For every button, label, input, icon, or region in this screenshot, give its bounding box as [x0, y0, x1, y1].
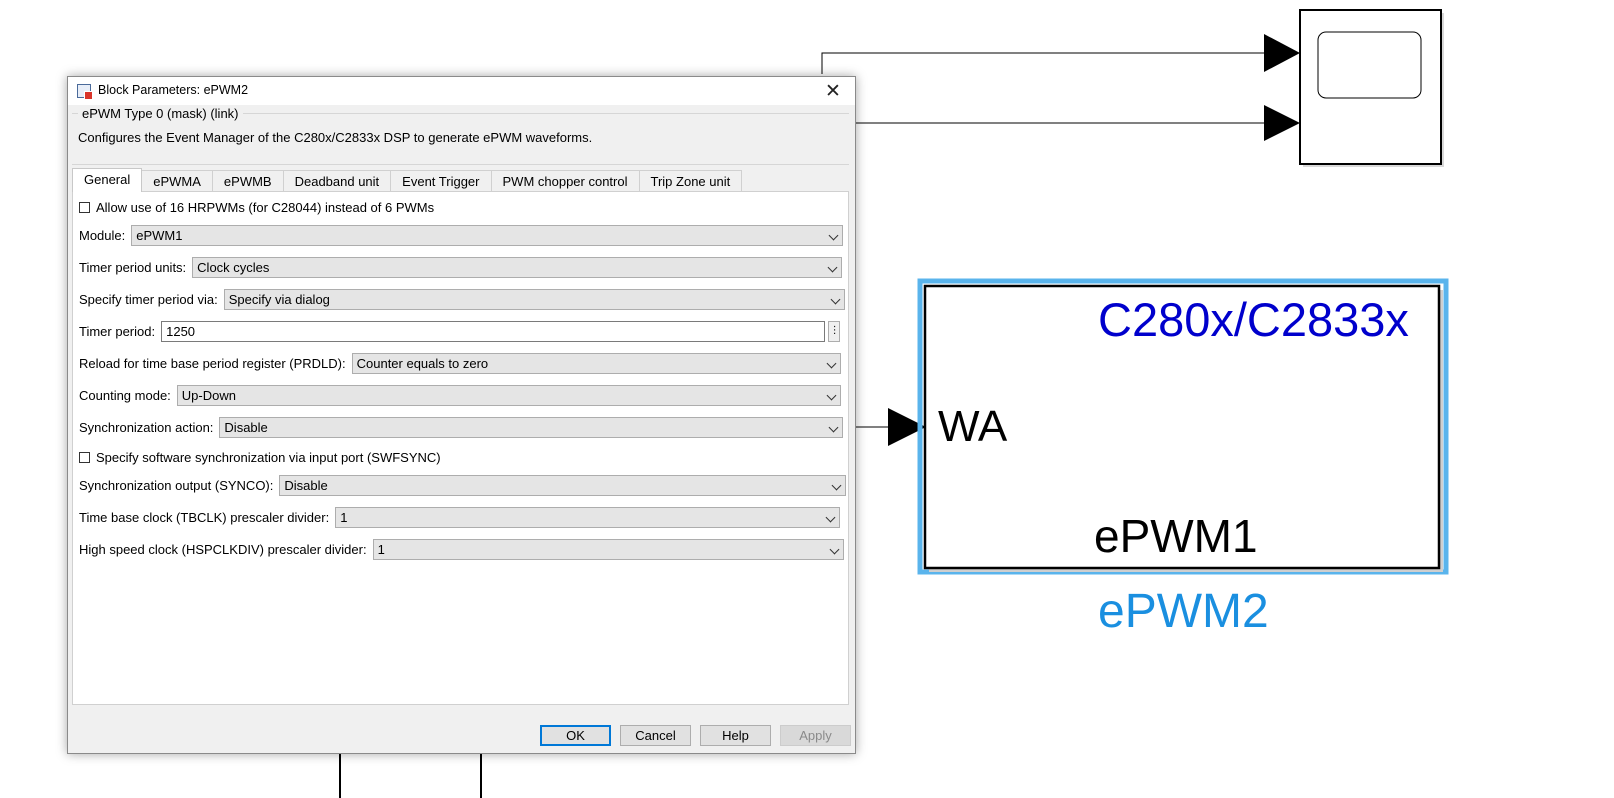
timer-period-value: 1250	[166, 323, 196, 339]
module-select[interactable]: ePWM1	[131, 224, 844, 246]
sync-action-value: Disable	[224, 419, 268, 435]
chevron-down-icon	[825, 512, 836, 522]
ok-button[interactable]: OK	[540, 725, 611, 746]
counting-mode-label: Counting mode:	[79, 387, 171, 403]
sync-action-label: Synchronization action:	[79, 419, 214, 435]
tbclk-label: Time base clock (TBCLK) prescaler divide…	[79, 509, 330, 525]
apply-button[interactable]: Apply	[780, 725, 851, 746]
swfsync-option[interactable]: Specify software synchronization via inp…	[79, 446, 441, 468]
hspclkdiv-select[interactable]: 1	[372, 538, 844, 560]
epwm-input-port-label: WA	[938, 402, 1008, 451]
chevron-down-icon	[826, 390, 837, 400]
sync-action-row: Synchronization action: Disable	[79, 416, 844, 438]
module-label: Module:	[79, 227, 126, 243]
block-parameters-dialog: Block Parameters: ePWM2 ✕ ePWM Type 0 (m…	[67, 76, 856, 754]
timer-units-row: Timer period units: Clock cycles	[79, 256, 843, 278]
more-options-icon[interactable]: ⋮	[828, 320, 841, 342]
close-icon[interactable]: ✕	[811, 77, 855, 105]
swfsync-checkbox-label: Specify software synchronization via inp…	[96, 449, 441, 465]
swfsync-checkbox[interactable]	[79, 451, 90, 463]
hspclkdiv-value: 1	[377, 541, 385, 557]
synco-select[interactable]: Disable	[279, 474, 847, 496]
timer-via-select[interactable]: Specify via dialog	[223, 288, 845, 310]
block-parameters-icon	[77, 84, 93, 100]
epwm-block-name[interactable]: ePWM2	[1098, 584, 1269, 639]
scope-input-arrow-2	[1264, 105, 1300, 141]
timer-units-select[interactable]: Clock cycles	[192, 256, 843, 278]
chevron-down-icon	[827, 262, 838, 272]
tbclk-select[interactable]: 1	[335, 506, 841, 528]
prdld-label: Reload for time base period register (PR…	[79, 355, 346, 371]
counting-mode-value: Up-Down	[181, 387, 236, 403]
synco-value: Disable	[284, 477, 328, 493]
tab-epwma[interactable]: ePWMA	[141, 170, 213, 192]
dialog-title: Block Parameters: ePWM2	[98, 83, 249, 97]
module-row: Module: ePWM1	[79, 224, 844, 246]
prdld-row: Reload for time base period register (PR…	[79, 352, 841, 374]
chevron-down-icon	[828, 422, 839, 432]
chevron-down-icon	[829, 544, 840, 554]
timer-period-input[interactable]: 1250	[161, 320, 826, 342]
counting-mode-row: Counting mode: Up-Down	[79, 384, 841, 406]
sync-action-select[interactable]: Disable	[219, 416, 844, 438]
counting-mode-select[interactable]: Up-Down	[176, 384, 841, 406]
module-value: ePWM1	[136, 227, 183, 243]
chevron-down-icon	[828, 230, 839, 240]
prdld-value: Counter equals to zero	[356, 355, 489, 371]
chevron-down-icon	[826, 358, 837, 368]
synco-label: Synchronization output (SYNCO):	[79, 477, 274, 493]
chevron-down-icon	[831, 480, 842, 490]
timer-via-label: Specify timer period via:	[79, 291, 218, 307]
scope-input-arrow-1	[1264, 34, 1300, 72]
tab-pwm-chopper-control[interactable]: PWM chopper control	[490, 170, 640, 192]
tab-epwmb[interactable]: ePWMB	[211, 170, 284, 192]
prdld-select[interactable]: Counter equals to zero	[351, 352, 841, 374]
timer-via-value: Specify via dialog	[228, 291, 330, 307]
tab-event-trigger[interactable]: Event Trigger	[390, 170, 492, 192]
scope-screen	[1317, 31, 1422, 99]
tab-general[interactable]: General	[72, 168, 143, 192]
tab-bar: General ePWMA ePWMB Deadband unit Event …	[72, 168, 743, 192]
hrpwm-checkbox-label: Allow use of 16 HRPWMs (for C28044) inst…	[96, 199, 435, 215]
timer-period-row: Timer period: 1250 ⋮	[79, 320, 841, 342]
tab-deadband-unit[interactable]: Deadband unit	[282, 170, 392, 192]
hspclkdiv-label: High speed clock (HSPCLKDIV) prescaler d…	[79, 541, 367, 557]
timer-units-value: Clock cycles	[197, 259, 270, 275]
epwm-target-text: C280x/C2833x	[1098, 293, 1409, 346]
tbclk-value: 1	[340, 509, 348, 525]
dialog-titlebar[interactable]: Block Parameters: ePWM2 ✕	[68, 77, 855, 105]
general-tab-panel: Allow use of 16 HRPWMs (for C28044) inst…	[72, 191, 849, 705]
timer-period-label: Timer period:	[79, 323, 156, 339]
epwm-module-text: ePWM1	[1094, 510, 1258, 562]
mask-description: Configures the Event Manager of the C280…	[78, 130, 593, 145]
synco-row: Synchronization output (SYNCO): Disable	[79, 474, 847, 496]
tab-trip-zone-unit[interactable]: Trip Zone unit	[638, 170, 743, 192]
mask-type-label: ePWM Type 0 (mask) (link)	[78, 106, 243, 121]
dialog-buttons: OK Cancel Help Apply	[531, 725, 851, 746]
signal-line-1	[821, 52, 1265, 74]
hrpwm-option[interactable]: Allow use of 16 HRPWMs (for C28044) inst…	[79, 196, 434, 218]
tbclk-row: Time base clock (TBCLK) prescaler divide…	[79, 506, 841, 528]
mask-description-group: ePWM Type 0 (mask) (link) Configures the…	[72, 106, 849, 165]
chevron-down-icon	[830, 294, 841, 304]
help-button[interactable]: Help	[700, 725, 771, 746]
timer-units-label: Timer period units:	[79, 259, 187, 275]
cancel-button[interactable]: Cancel	[620, 725, 691, 746]
hspclkdiv-row: High speed clock (HSPCLKDIV) prescaler d…	[79, 538, 844, 560]
hrpwm-checkbox[interactable]	[79, 201, 90, 213]
timer-via-row: Specify timer period via: Specify via di…	[79, 288, 845, 310]
